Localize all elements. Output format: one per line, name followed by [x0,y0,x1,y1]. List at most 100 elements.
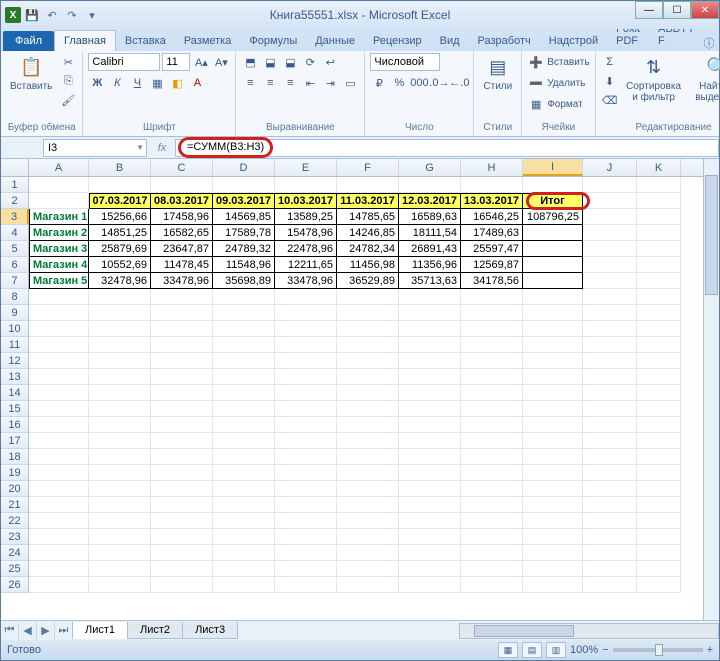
cell[interactable] [461,545,523,561]
tab-data[interactable]: Данные [306,31,364,51]
cell[interactable] [583,305,637,321]
insert-cells-icon[interactable]: ➕ [527,53,545,71]
cell[interactable] [523,401,583,417]
cell[interactable] [337,177,399,193]
cell[interactable] [89,353,151,369]
cell[interactable] [637,225,681,241]
cell[interactable] [29,177,89,193]
cell[interactable]: 108796,25 [523,209,583,225]
cell[interactable] [399,305,461,321]
cell[interactable]: Итог [523,193,583,209]
select-all-corner[interactable] [1,159,29,176]
cell[interactable] [523,177,583,193]
hscroll-thumb[interactable] [474,625,574,637]
cell[interactable]: 07.03.2017 [89,193,151,209]
cell[interactable] [89,465,151,481]
cell[interactable] [583,433,637,449]
cell[interactable] [523,465,583,481]
cell[interactable] [29,561,89,577]
cell[interactable] [461,385,523,401]
cell[interactable] [29,289,89,305]
cell[interactable] [275,433,337,449]
cell[interactable] [583,369,637,385]
cell[interactable] [637,481,681,497]
sheet-tab-3[interactable]: Лист3 [182,622,238,639]
cell[interactable] [399,481,461,497]
cell[interactable] [29,337,89,353]
cell[interactable] [461,465,523,481]
cell[interactable] [213,353,275,369]
cell[interactable] [583,177,637,193]
cell[interactable] [399,417,461,433]
cell[interactable] [213,465,275,481]
cell[interactable] [29,385,89,401]
comma-icon[interactable]: 000 [410,74,428,92]
align-right-icon[interactable]: ≡ [281,74,299,92]
cell[interactable] [637,529,681,545]
dec-decimal-icon[interactable]: ←.0 [450,74,468,92]
cell[interactable] [523,481,583,497]
cell[interactable] [151,353,213,369]
cell[interactable] [637,273,681,289]
autosum-icon[interactable]: Σ [601,53,619,71]
cell[interactable] [89,337,151,353]
cell[interactable] [523,369,583,385]
cell[interactable] [399,337,461,353]
cell[interactable] [637,321,681,337]
cell[interactable] [399,497,461,513]
sheet-tab-1[interactable]: Лист1 [72,622,128,639]
cell[interactable] [461,177,523,193]
cell[interactable] [583,417,637,433]
cell[interactable] [275,417,337,433]
row-6[interactable]: 6 [1,257,29,273]
cell[interactable]: Магазин 4 [29,257,89,273]
cell[interactable] [151,305,213,321]
tab-view[interactable]: Вид [431,31,469,51]
cell[interactable] [213,289,275,305]
underline-icon[interactable]: Ч [128,74,146,92]
cell[interactable] [275,529,337,545]
cell[interactable] [29,353,89,369]
cell[interactable] [29,401,89,417]
cell[interactable] [213,417,275,433]
tab-review[interactable]: Рецензир [364,31,431,51]
cell[interactable] [151,465,213,481]
cell[interactable] [461,449,523,465]
cell[interactable] [523,513,583,529]
col-E[interactable]: E [275,159,337,176]
sheet-nav-last-icon[interactable]: ⏭ [55,622,73,640]
cell[interactable] [399,385,461,401]
cell[interactable]: Магазин 1 [29,209,89,225]
cell[interactable] [89,417,151,433]
cell[interactable] [213,497,275,513]
cell[interactable] [151,177,213,193]
worksheet-grid[interactable]: A B C D E F G H I J K 1207.03.201708.03.… [1,159,719,619]
cell[interactable]: 11356,96 [399,257,461,273]
cell[interactable] [583,241,637,257]
cell[interactable]: 16546,25 [461,209,523,225]
cell[interactable] [637,289,681,305]
cell[interactable] [461,481,523,497]
cell[interactable] [29,545,89,561]
cell[interactable] [89,385,151,401]
cell[interactable] [399,401,461,417]
cell[interactable] [89,529,151,545]
cell[interactable] [637,417,681,433]
namebox-dropdown-icon[interactable]: ▼ [136,143,144,152]
row-13[interactable]: 13 [1,369,29,385]
close-button[interactable]: ✕ [691,1,719,19]
cell[interactable] [213,545,275,561]
cell[interactable] [275,353,337,369]
cell[interactable] [337,305,399,321]
cell[interactable] [89,561,151,577]
cell[interactable] [89,289,151,305]
cell[interactable] [151,433,213,449]
cell[interactable] [523,561,583,577]
cell[interactable] [29,193,89,209]
cell[interactable] [337,385,399,401]
cell[interactable] [337,321,399,337]
cell[interactable] [637,545,681,561]
cell[interactable]: 34178,56 [461,273,523,289]
cell[interactable] [461,337,523,353]
cell[interactable] [89,177,151,193]
